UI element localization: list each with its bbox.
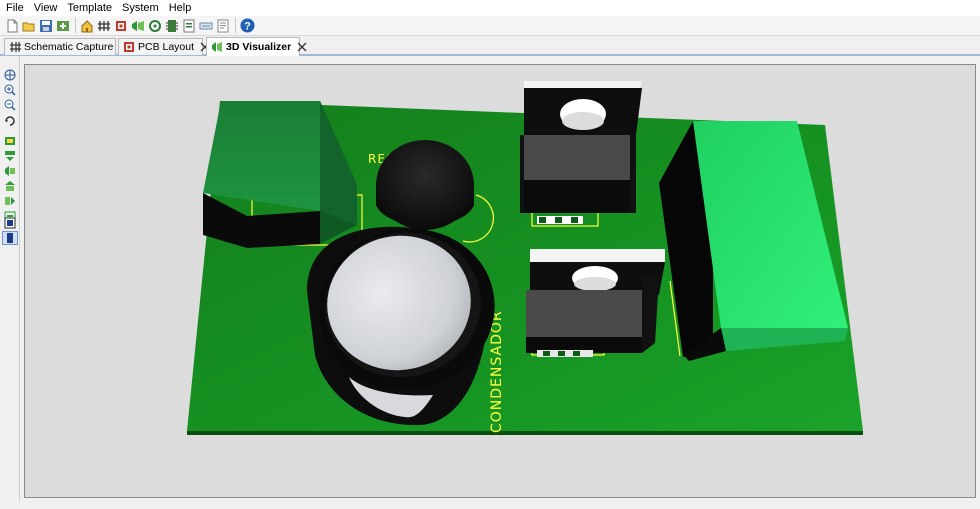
schematic-icon [9,41,21,53]
menu-bar: File View Template System Help [0,0,980,16]
home-icon[interactable] [79,18,95,34]
pcb-3d-scene: REGULADOR CONDENSADOR [187,81,863,435]
menu-template[interactable]: Template [62,0,117,16]
new-file-icon[interactable] [4,18,20,34]
menu-system[interactable]: System [117,0,164,16]
rotate-icon[interactable] [2,113,18,127]
toolbar-separator [75,18,76,33]
zoom-in-icon[interactable] [2,83,18,97]
pcb-icon [123,41,135,53]
capacitor-silkscreen-label: CONDENSADOR [489,310,505,433]
pan-icon[interactable] [2,68,18,82]
component-icon[interactable] [164,18,180,34]
tab-3d-visualizer[interactable]: 3D Visualizer [206,37,307,56]
bottom-view-icon[interactable] [2,149,18,163]
document-tabs: Schematic Capture PCB Layout 3D Visualiz… [0,36,980,56]
to220-regulator-bottom [526,249,665,357]
tab-label: Schematic Capture [24,41,114,53]
round-regulator-component [376,140,474,230]
gerber-icon[interactable] [147,18,163,34]
menu-file[interactable]: File [0,0,29,16]
back-view-icon[interactable] [2,179,18,193]
tab-label: 3D Visualizer [226,41,292,53]
zoom-out-icon[interactable] [2,98,18,112]
status-bar [0,502,980,509]
bom-icon[interactable] [181,18,197,34]
visualizer-icon[interactable] [130,18,146,34]
tab-label: PCB Layout [138,41,195,53]
top-view-icon[interactable] [2,134,18,148]
toolbar-separator [235,18,236,33]
save-icon[interactable] [38,18,54,34]
import-icon[interactable] [55,18,71,34]
schematic-icon[interactable] [96,18,112,34]
menu-view[interactable]: View [29,0,63,16]
component-view-icon[interactable] [2,231,18,245]
open-folder-icon[interactable] [21,18,37,34]
main-toolbar: ? [0,16,980,36]
board-view-icon[interactable] [2,216,18,230]
front-view-icon[interactable] [2,164,18,178]
design-explorer-icon[interactable] [198,18,214,34]
tab-pcb-layout[interactable]: PCB Layout [118,38,210,55]
left-view-icon[interactable] [2,194,18,208]
close-icon[interactable] [297,42,307,52]
3d-viewport[interactable]: REGULADOR CONDENSADOR [24,64,976,498]
svg-text:?: ? [244,21,251,33]
notes-icon[interactable] [215,18,231,34]
menu-help[interactable]: Help [164,0,197,16]
visualizer-icon [211,41,223,53]
pcb-icon[interactable] [113,18,129,34]
help-icon[interactable]: ? [239,18,255,34]
view-toolbar [0,56,20,509]
tab-schematic-capture[interactable]: Schematic Capture [4,38,129,55]
to220-regulator-top [520,81,642,224]
